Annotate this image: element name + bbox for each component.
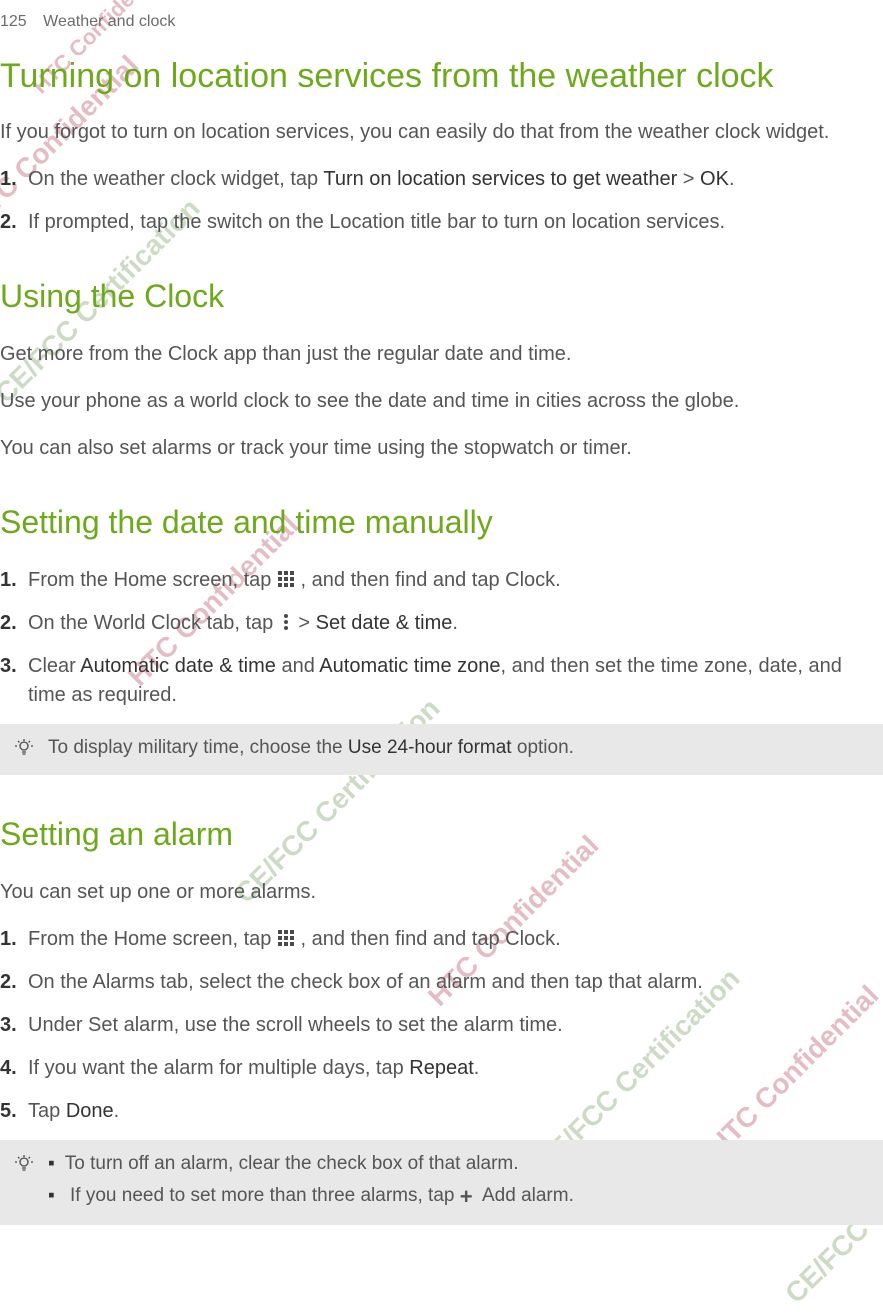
step-number: 4. — [0, 1054, 17, 1083]
step: 4. If you want the alarm for multiple da… — [28, 1054, 883, 1083]
step-number: 5. — [0, 1097, 17, 1126]
step-text-bold: Turn on location services to get weather — [323, 168, 677, 190]
section-title-location-services: Turning on location services from the we… — [0, 54, 883, 98]
step-number: 3. — [0, 1011, 17, 1040]
step-text: . — [474, 1057, 480, 1079]
step-number: 1. — [0, 566, 17, 595]
tip-box: To turn off an alarm, clear the check bo… — [0, 1140, 883, 1225]
step-number: 3. — [0, 652, 17, 681]
apps-grid-icon — [277, 568, 295, 586]
step-text: , and then find and tap Clock. — [301, 928, 561, 950]
step-text: Under Set alarm, use the scroll wheels t… — [28, 1014, 563, 1036]
section4-intro: You can set up one or more alarms. — [0, 878, 883, 907]
tip-list-item: To turn off an alarm, clear the check bo… — [48, 1150, 869, 1179]
step-text: > — [298, 612, 315, 634]
page-number: 125 — [0, 10, 27, 34]
step-text: From the Home screen, tap — [28, 928, 277, 950]
step-text: and — [276, 655, 319, 677]
step-text: > — [677, 168, 700, 190]
step-number: 1. — [0, 925, 17, 954]
step-text: . — [114, 1100, 120, 1122]
step: 3. Under Set alarm, use the scroll wheel… — [28, 1011, 883, 1040]
step-text-bold: Set date & time — [316, 612, 453, 634]
step: 2. On the Alarms tab, select the check b… — [28, 968, 883, 997]
tip-text: Add alarm. — [482, 1185, 574, 1206]
step-number: 2. — [0, 208, 17, 237]
section4-steps: 1. From the Home screen, tap , and then … — [0, 925, 883, 1126]
step: 1. From the Home screen, tap , and then … — [28, 566, 883, 595]
step-text: Tap — [28, 1100, 66, 1122]
step-text: , and then find and tap Clock. — [301, 569, 561, 591]
tip-text-bold: Use 24-hour format — [348, 737, 512, 758]
step-text: On the World Clock tab, tap — [28, 612, 279, 634]
step-text: If you want the alarm for multiple days,… — [28, 1057, 409, 1079]
step: 2. If prompted, tap the switch on the Lo… — [28, 208, 883, 237]
tip-text: To display military time, choose the — [48, 737, 348, 758]
section-title-setting-date-time: Setting the date and time manually — [0, 498, 883, 546]
section2-p2: Use your phone as a world clock to see t… — [0, 387, 883, 416]
apps-grid-icon — [277, 927, 295, 945]
lightbulb-icon — [14, 738, 34, 758]
tip-list: To turn off an alarm, clear the check bo… — [48, 1150, 869, 1211]
step-text: From the Home screen, tap — [28, 569, 277, 591]
section1-steps: 1. On the weather clock widget, tap Turn… — [0, 165, 883, 237]
step-text: If prompted, tap the switch on the Locat… — [28, 211, 725, 233]
tip-text: option. — [512, 737, 574, 758]
section3-steps: 1. From the Home screen, tap , and then … — [0, 566, 883, 710]
section2-p3: You can also set alarms or track your ti… — [0, 434, 883, 463]
section2-p1: Get more from the Clock app than just th… — [0, 340, 883, 369]
step-number: 2. — [0, 609, 17, 638]
step: 1. From the Home screen, tap , and then … — [28, 925, 883, 954]
page-section-name: Weather and clock — [43, 13, 175, 30]
tip-text: If you need to set more than three alarm… — [70, 1185, 460, 1206]
step-text: On the Alarms tab, select the check box … — [28, 971, 703, 993]
step-text: Clear — [28, 655, 80, 677]
step-text: On the weather clock widget, tap — [28, 168, 323, 190]
section-title-setting-alarm: Setting an alarm — [0, 810, 883, 858]
step: 3. Clear Automatic date & time and Autom… — [28, 652, 883, 710]
step-text-bold: Automatic date & time — [80, 655, 276, 677]
step-text-bold: Repeat — [409, 1057, 474, 1079]
tip-box: To display military time, choose the Use… — [0, 724, 883, 775]
section-title-using-clock: Using the Clock — [0, 272, 883, 320]
step: 2. On the World Clock tab, tap > Set dat… — [28, 609, 883, 638]
page-header: 125 Weather and clock — [0, 0, 883, 54]
step-text-bold: Automatic time zone — [319, 655, 500, 677]
lightbulb-icon — [14, 1154, 34, 1174]
step-number: 1. — [0, 165, 17, 194]
more-vertical-icon — [279, 611, 293, 629]
step-text-bold: Done — [66, 1100, 114, 1122]
step-text: . — [729, 168, 735, 190]
step-number: 2. — [0, 968, 17, 997]
step: 5. Tap Done. — [28, 1097, 883, 1126]
section1-intro: If you forgot to turn on location servic… — [0, 118, 883, 147]
step-text-bold: OK — [700, 168, 729, 190]
tip-text: To turn off an alarm, clear the check bo… — [65, 1153, 519, 1174]
tip-list-item: If you need to set more than three alarm… — [48, 1182, 869, 1211]
plus-icon: + — [460, 1188, 478, 1206]
step: 1. On the weather clock widget, tap Turn… — [28, 165, 883, 194]
step-text: . — [452, 612, 458, 634]
